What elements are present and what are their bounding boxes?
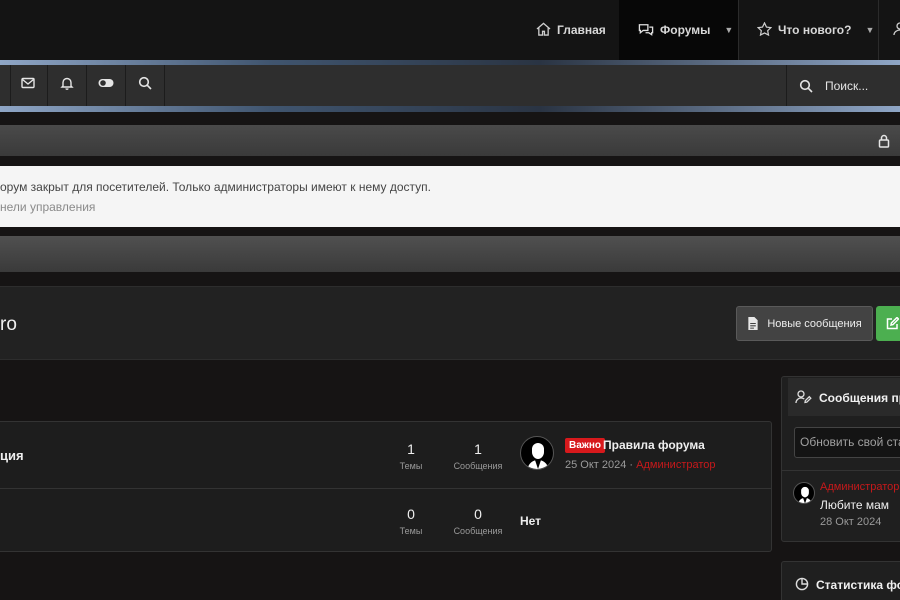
row-divider bbox=[0, 488, 771, 489]
home-icon bbox=[536, 22, 551, 39]
messages-stat: 0 Сообщения bbox=[448, 506, 508, 536]
inbox-button[interactable] bbox=[9, 65, 48, 106]
secondary-bar bbox=[0, 236, 900, 272]
nav-forums-label: Форумы bbox=[660, 23, 711, 37]
meta-separator: · bbox=[626, 459, 637, 471]
widget-title[interactable]: Сообщения пр bbox=[819, 391, 900, 405]
chevron-down-icon[interactable]: ▼ bbox=[865, 25, 874, 35]
messages-label: Сообщения bbox=[453, 461, 503, 471]
nav-separator bbox=[738, 0, 739, 60]
profile-post-author[interactable]: Администратор bbox=[820, 481, 899, 493]
pie-chart-icon bbox=[795, 577, 809, 591]
style-toggle-button[interactable] bbox=[87, 65, 126, 106]
toolbar: Поиск... bbox=[0, 65, 900, 106]
star-icon bbox=[756, 21, 773, 39]
nav-separator bbox=[878, 0, 879, 60]
nav-whats-new-label: Что нового? bbox=[778, 23, 852, 37]
search-toggle-button[interactable] bbox=[126, 65, 165, 106]
last-thread-link[interactable]: Правила форума bbox=[603, 438, 705, 452]
profile-post-date[interactable]: 28 Окт 2024 bbox=[820, 516, 881, 528]
search-label: Поиск... bbox=[825, 78, 869, 93]
last-post-date[interactable]: 25 Окт 2024 bbox=[565, 459, 626, 471]
widget-divider bbox=[782, 470, 900, 471]
search-button[interactable]: Поиск... bbox=[786, 65, 900, 106]
post-thread-button[interactable] bbox=[876, 306, 900, 341]
widget-title: Статистика фо bbox=[816, 578, 900, 592]
closed-forum-notice bbox=[0, 166, 900, 227]
user-edit-icon bbox=[795, 390, 812, 404]
new-posts-button[interactable]: Новые сообщения bbox=[736, 306, 873, 341]
threads-stat: 0 Темы bbox=[381, 506, 441, 536]
last-post-none: Нет bbox=[520, 514, 542, 528]
breadcrumb bbox=[0, 125, 900, 156]
new-posts-label: Новые сообщения bbox=[767, 317, 862, 330]
nav-tab-forums[interactable]: Форумы ▼ bbox=[619, 0, 738, 60]
search-icon bbox=[138, 76, 152, 95]
last-post-author[interactable]: Администратор bbox=[636, 459, 715, 471]
user-icon[interactable] bbox=[893, 22, 900, 36]
lock-icon bbox=[878, 134, 892, 148]
avatar[interactable] bbox=[793, 482, 815, 504]
last-post-meta: 25 Окт 2024 · Администратор bbox=[565, 459, 716, 471]
search-icon bbox=[799, 79, 813, 93]
status-input[interactable]: Обновить свой ста bbox=[794, 427, 900, 458]
admin-panel-link[interactable]: нели управления bbox=[0, 200, 95, 214]
threads-stat: 1 Темы bbox=[381, 441, 441, 471]
nav-home-label: Главная bbox=[557, 23, 606, 37]
messages-stat: 1 Сообщения bbox=[448, 441, 508, 471]
envelope-icon bbox=[21, 76, 35, 95]
comments-icon bbox=[638, 22, 654, 39]
forum-title-link[interactable]: ция bbox=[0, 448, 24, 463]
messages-count: 0 bbox=[474, 506, 482, 522]
sticky-badge: Важно bbox=[565, 438, 606, 453]
notice-text: орум закрыт для посетителей. Только адми… bbox=[0, 180, 431, 194]
threads-label: Темы bbox=[399, 461, 423, 471]
chevron-down-icon[interactable]: ▼ bbox=[724, 25, 733, 35]
edit-icon bbox=[886, 317, 899, 330]
file-icon bbox=[748, 317, 758, 330]
threads-label: Темы bbox=[399, 526, 423, 536]
alerts-button[interactable] bbox=[48, 65, 87, 106]
threads-count: 0 bbox=[407, 506, 415, 522]
nav-tab-home[interactable]: Главная bbox=[536, 0, 606, 60]
bell-icon bbox=[60, 76, 74, 95]
toggle-icon bbox=[98, 76, 114, 95]
avatar[interactable] bbox=[520, 436, 554, 470]
messages-count: 1 bbox=[474, 441, 482, 457]
nav-tab-whats-new[interactable]: Что нового? ▼ bbox=[756, 0, 874, 60]
profile-post-text: Любите мам bbox=[820, 498, 889, 512]
messages-label: Сообщения bbox=[453, 526, 503, 536]
page-title: ro bbox=[0, 314, 17, 335]
threads-count: 1 bbox=[407, 441, 415, 457]
